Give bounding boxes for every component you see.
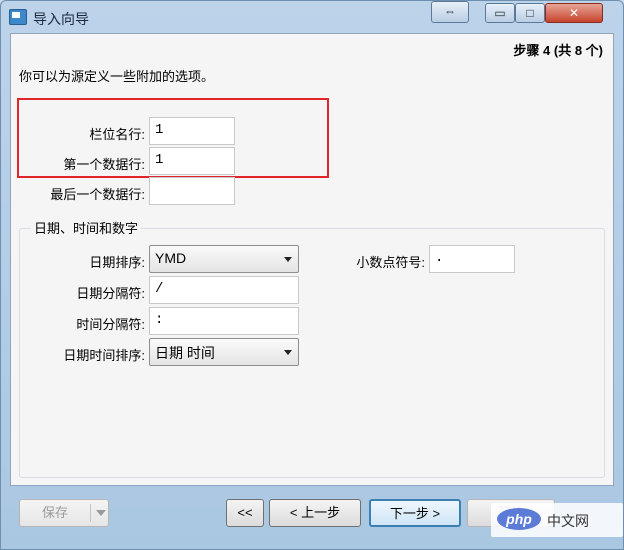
first-data-row-label: 第一个数据行: xyxy=(63,157,145,172)
wizard-content: 步骤 4 (共 8 个) 你可以为源定义一些附加的选项。 栏位名行: 1 第一个… xyxy=(10,33,614,486)
save-button[interactable]: 保存 xyxy=(19,499,109,527)
close-button[interactable]: ✕ xyxy=(545,3,603,23)
datetime-order-value: 日期 时间 xyxy=(155,345,215,361)
first-data-row-input[interactable]: 1 xyxy=(149,147,235,175)
import-wizard-window: 导入向导 ⇔ ▭ □ ✕ 步骤 4 (共 8 个) 你可以为源定义一些附加的选项… xyxy=(0,0,624,550)
date-order-select[interactable]: YMD xyxy=(149,245,299,273)
php-watermark: php 中文网 xyxy=(491,503,623,537)
date-separator-label: 日期分隔符: xyxy=(76,286,145,301)
save-separator xyxy=(90,504,91,522)
step-indicator: 步骤 4 (共 8 个) xyxy=(513,43,603,58)
date-order-label: 日期排序: xyxy=(89,255,145,270)
last-data-row-label: 最后一个数据行: xyxy=(50,187,145,202)
date-order-value: YMD xyxy=(155,250,187,266)
datetime-order-select[interactable]: 日期 时间 xyxy=(149,338,299,366)
date-separator-input[interactable]: / xyxy=(149,276,299,304)
datetime-group-title: 日期、时间和数字 xyxy=(31,218,142,237)
time-separator-label: 时间分隔符: xyxy=(76,317,145,332)
window-title: 导入向导 xyxy=(33,11,89,27)
decimal-symbol-input[interactable]: . xyxy=(429,245,515,273)
chevron-down-icon xyxy=(284,350,292,355)
resize-arrows-icon[interactable]: ⇔ xyxy=(431,1,469,23)
header-row-input[interactable]: 1 xyxy=(149,117,235,145)
minimize-button[interactable]: ▭ xyxy=(485,3,515,23)
save-button-label: 保存 xyxy=(41,505,68,520)
decimal-symbol-label: 小数点符号: xyxy=(356,255,425,270)
header-row-label: 栏位名行: xyxy=(89,127,145,142)
chevron-down-icon xyxy=(284,257,292,262)
datetime-order-label: 日期时间排序: xyxy=(63,348,145,363)
watermark-text: 中文网 xyxy=(547,513,589,529)
maximize-button[interactable]: □ xyxy=(515,3,545,23)
title-bar[interactable]: 导入向导 ⇔ ▭ □ ✕ xyxy=(1,1,623,35)
first-step-button[interactable]: << xyxy=(226,499,264,527)
intro-text: 你可以为源定义一些附加的选项。 xyxy=(19,69,215,84)
app-icon xyxy=(9,9,27,25)
last-data-row-input[interactable] xyxy=(149,177,235,205)
php-logo: php xyxy=(497,508,541,530)
time-separator-input[interactable]: : xyxy=(149,307,299,335)
chevron-down-icon[interactable] xyxy=(96,510,106,516)
next-button[interactable]: 下一步 > xyxy=(369,499,461,527)
previous-button[interactable]: < 上一步 xyxy=(269,499,361,527)
